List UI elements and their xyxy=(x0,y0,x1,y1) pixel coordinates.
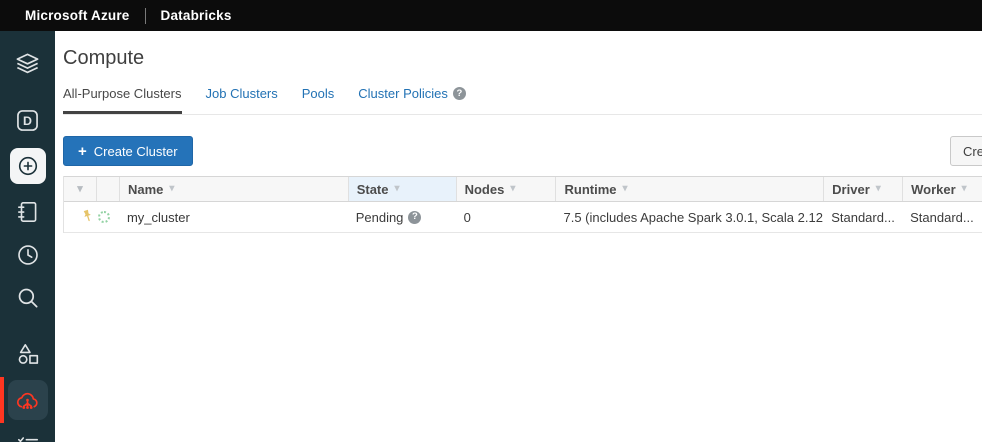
plus-circle-icon xyxy=(10,148,46,184)
main-content: Compute All-Purpose Clusters Job Cluster… xyxy=(55,31,982,442)
sort-icon: ▾ xyxy=(876,184,881,194)
cluster-name-cell[interactable]: my_cluster xyxy=(119,202,348,232)
loading-spinner-icon xyxy=(98,211,110,223)
sort-icon: ▾ xyxy=(510,184,515,194)
cluster-nodes-cell: 0 xyxy=(456,202,556,232)
sort-icon: ▾ xyxy=(962,184,967,194)
databricks-brand-link[interactable]: Databricks xyxy=(161,8,232,23)
cluster-state-cell: Pending ? xyxy=(348,202,456,232)
column-label: Driver xyxy=(832,182,870,197)
pin-icon[interactable] xyxy=(81,209,94,225)
tab-label: Cluster Policies xyxy=(358,86,448,101)
tab-label: Pools xyxy=(302,86,335,101)
tab-pools[interactable]: Pools xyxy=(302,86,335,114)
sidebar: D xyxy=(0,31,55,442)
column-header-icons xyxy=(96,177,119,201)
worker-value: Standard... xyxy=(910,210,974,225)
column-label: Name xyxy=(128,182,163,197)
top-bar: Microsoft Azure Databricks xyxy=(0,0,982,31)
create-cluster-button[interactable]: + Create Cluster xyxy=(63,136,193,166)
shapes-icon xyxy=(15,341,41,367)
sort-icon: ▾ xyxy=(169,184,174,194)
cluster-runtime-cell: 7.5 (includes Apache Spark 3.0.1, Scala … xyxy=(556,202,824,232)
cluster-driver-cell: Standard... xyxy=(823,202,902,232)
state-value: Pending xyxy=(356,210,404,225)
notebook-icon xyxy=(15,199,41,225)
row-status-cell xyxy=(96,202,119,232)
table-header-row: ▾ Name ▾ State ▾ Nodes ▾ Runtime ▾ Drive… xyxy=(64,176,982,202)
tab-label: Job Clusters xyxy=(206,86,278,101)
runtime-value: 7.5 (includes Apache Spark 3.0.1, Scala … xyxy=(564,210,824,225)
column-header-driver[interactable]: Driver ▾ xyxy=(823,177,902,201)
tab-bar: All-Purpose Clusters Job Clusters Pools … xyxy=(63,86,982,115)
cluster-name[interactable]: my_cluster xyxy=(127,210,190,225)
toolbar: + Create Cluster Cre xyxy=(63,136,982,166)
tab-all-purpose-clusters[interactable]: All-Purpose Clusters xyxy=(63,86,182,114)
sidebar-item-create[interactable] xyxy=(0,143,55,189)
column-label: Runtime xyxy=(564,182,616,197)
sidebar-item-workspace[interactable] xyxy=(0,192,55,232)
sidebar-item-data[interactable] xyxy=(0,334,55,374)
create-cluster-label: Create Cluster xyxy=(94,144,178,159)
d-badge-icon: D xyxy=(14,107,41,134)
active-indicator xyxy=(0,377,4,423)
clusters-table: ▾ Name ▾ State ▾ Nodes ▾ Runtime ▾ Drive… xyxy=(63,176,982,233)
checklist-icon xyxy=(15,433,41,442)
help-icon[interactable]: ? xyxy=(408,211,421,224)
column-label: Nodes xyxy=(465,182,505,197)
column-label: Worker xyxy=(911,182,956,197)
sidebar-item-recents[interactable] xyxy=(0,235,55,275)
sidebar-item-persona[interactable]: D xyxy=(0,100,55,140)
nodes-value: 0 xyxy=(464,210,471,225)
svg-text:D: D xyxy=(23,114,32,128)
secondary-button-label: Cre xyxy=(963,144,982,159)
sort-icon: ▾ xyxy=(395,184,400,194)
azure-brand-link[interactable]: Microsoft Azure xyxy=(25,8,130,23)
column-header-nodes[interactable]: Nodes ▾ xyxy=(456,177,556,201)
help-icon[interactable]: ? xyxy=(453,87,466,100)
clock-icon xyxy=(15,242,41,268)
column-header-state[interactable]: State ▾ xyxy=(348,177,456,201)
column-header-name[interactable]: Name ▾ xyxy=(119,177,348,201)
column-label: State xyxy=(357,182,389,197)
column-header-runtime[interactable]: Runtime ▾ xyxy=(555,177,823,201)
cluster-cloud-icon xyxy=(8,380,48,420)
sidebar-item-jobs[interactable] xyxy=(0,426,55,442)
sidebar-item-compute[interactable] xyxy=(0,377,55,423)
sidebar-item-search[interactable] xyxy=(0,278,55,318)
sort-icon: ▾ xyxy=(622,184,627,194)
column-header-worker[interactable]: Worker ▾ xyxy=(902,177,982,201)
databricks-stack-icon xyxy=(14,51,41,78)
table-row[interactable]: my_cluster Pending ? 0 7.5 (includes Apa… xyxy=(64,202,982,233)
sidebar-item-home[interactable] xyxy=(0,44,55,84)
select-all-dropdown[interactable]: ▾ xyxy=(64,177,96,201)
tab-job-clusters[interactable]: Job Clusters xyxy=(206,86,278,114)
plus-icon: + xyxy=(78,144,87,159)
caret-down-icon: ▾ xyxy=(77,184,83,195)
tab-cluster-policies[interactable]: Cluster Policies ? xyxy=(358,86,466,114)
page-title: Compute xyxy=(63,47,982,70)
driver-value: Standard... xyxy=(831,210,895,225)
topbar-divider xyxy=(145,8,146,24)
row-pin-cell xyxy=(64,202,96,232)
secondary-create-button[interactable]: Cre xyxy=(950,136,982,166)
search-icon xyxy=(15,285,41,311)
tab-label: All-Purpose Clusters xyxy=(63,86,182,101)
cluster-worker-cell: Standard... xyxy=(902,202,982,232)
